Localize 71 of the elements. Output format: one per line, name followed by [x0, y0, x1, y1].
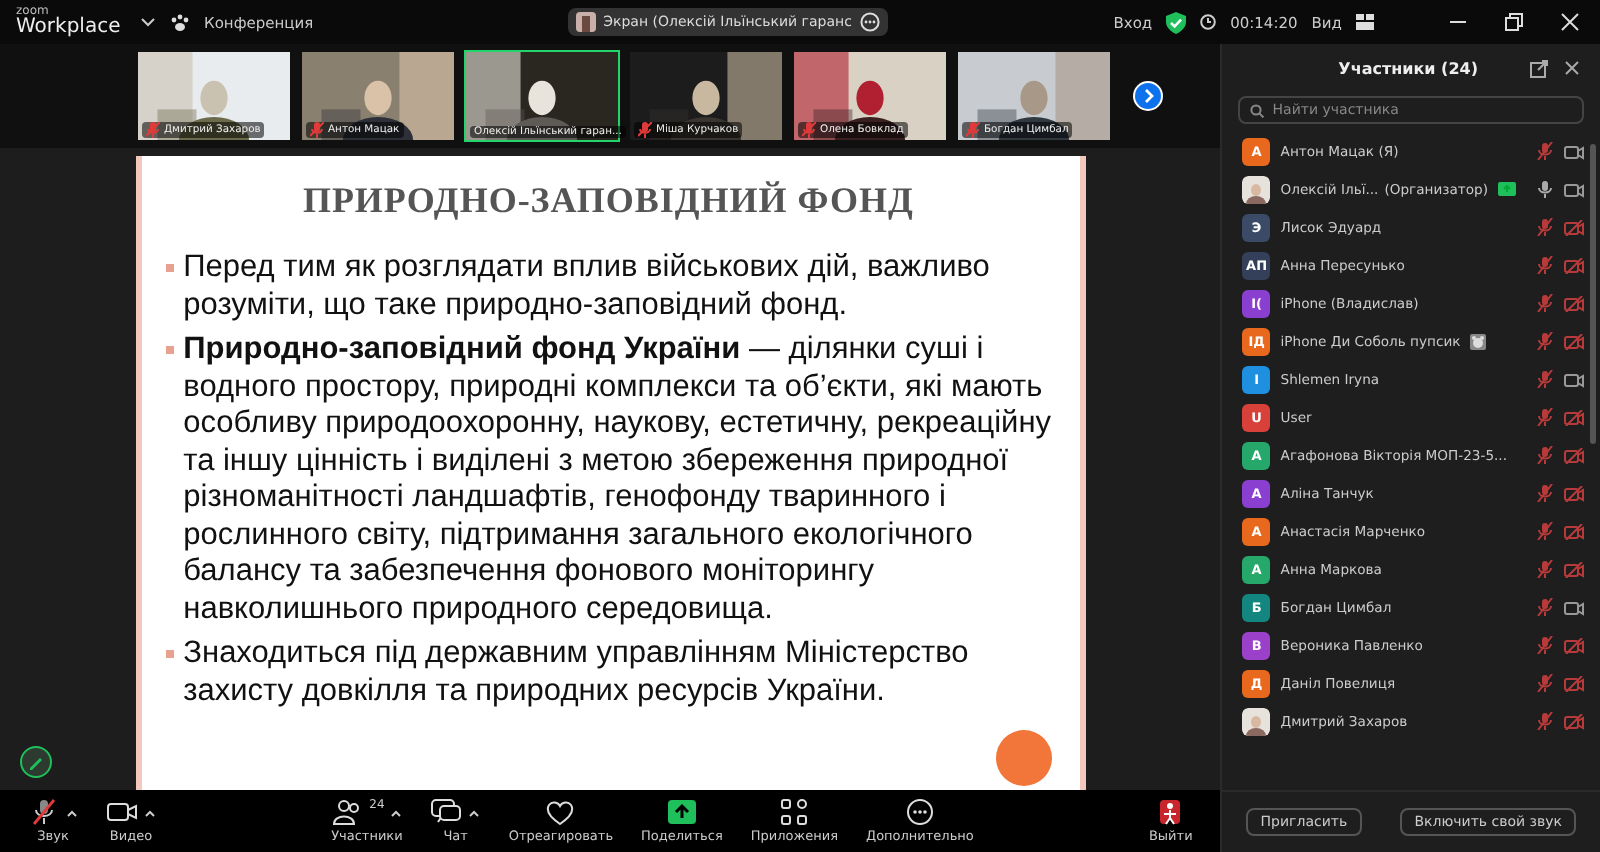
heart-icon: [544, 798, 577, 826]
close-icon[interactable]: [1564, 60, 1580, 76]
muted-mic-icon[interactable]: [1536, 256, 1554, 274]
muted-mic-icon[interactable]: [1536, 484, 1554, 502]
slide-bullet-text: Перед тим як розглядати вплив військових дій, важливо розуміти, що таке природно-заповідний фонд.: [183, 250, 992, 324]
muted-mic-icon: [310, 122, 324, 138]
camera-icon[interactable]: [1564, 599, 1584, 615]
camera-off-icon[interactable]: [1564, 447, 1584, 463]
muted-mic-icon[interactable]: [1536, 370, 1554, 388]
muted-mic-icon[interactable]: [1536, 218, 1554, 236]
search-icon: [1250, 104, 1265, 118]
more-icon: [903, 798, 936, 826]
slide-bullet-text: Природно-заповідний фонд України — ділянки суші і водного простору, природні комплекси та об’єкти, які мають особливу природоохоронну, наукову, естетичну, рекреаційну та іншу цінність і виділені з метою збереження природної різноманітності ландшафтів, генофонду тваринного і рослинного світу, підтримання загального екологічного балансу та забезпечення фонового моніторингу навколишнього природного середовища.: [183, 332, 1052, 628]
mic-icon[interactable]: [1536, 180, 1554, 198]
camera-off-icon[interactable]: [1564, 713, 1584, 729]
avatar-icon: [575, 12, 596, 32]
muted-mic-icon[interactable]: [1536, 294, 1554, 312]
more-icon: [859, 12, 880, 32]
camera-off-icon[interactable]: [1564, 637, 1584, 653]
paw-icon: [170, 13, 190, 31]
muted-mic-icon: [146, 122, 160, 138]
slide-title: ПРИРОДНО-ЗАПОВІДНИЙ ФОНД: [300, 180, 916, 222]
muted-mic-icon: [966, 122, 980, 138]
muted-mic-icon: [638, 122, 652, 138]
bullet-icon: [165, 650, 174, 658]
circle-icon: [995, 730, 1052, 786]
muted-mic-icon[interactable]: [1536, 598, 1554, 616]
muted-mic-icon[interactable]: [1536, 332, 1554, 350]
restore-icon[interactable]: [1504, 12, 1524, 32]
camera-icon: [106, 798, 138, 826]
camera-off-icon[interactable]: [1564, 295, 1584, 311]
camera-off-icon[interactable]: [1564, 523, 1584, 539]
shield-icon: [1166, 11, 1187, 33]
camera-off-icon[interactable]: [1564, 561, 1584, 577]
caret-icon[interactable]: [390, 807, 403, 817]
camera-off-icon[interactable]: [1564, 333, 1584, 349]
bullet-icon: [165, 346, 174, 354]
muted-mic-icon: [802, 122, 816, 138]
clock-icon: [1200, 14, 1217, 30]
camera-off-icon[interactable]: [1564, 485, 1584, 501]
muted-mic-icon[interactable]: [1536, 408, 1554, 426]
chevron-icon[interactable]: [140, 14, 156, 30]
camera-icon[interactable]: [1564, 143, 1584, 159]
popout-icon[interactable]: [1530, 59, 1548, 77]
muted-mic-icon[interactable]: [1536, 560, 1554, 578]
panel-title: Участники (24): [1338, 59, 1478, 77]
grid-icon: [1356, 14, 1374, 30]
app-logo: Workplace: [16, 18, 123, 38]
muted-mic-icon[interactable]: [1536, 522, 1554, 540]
slide-bullet-text: Знаходиться під державним управлінням Міністерство захисту довкілля та природних ресурсів України.: [183, 636, 971, 710]
muted-mic-icon[interactable]: [1536, 636, 1554, 654]
next-page-icon[interactable]: [1132, 80, 1164, 112]
camera-off-icon[interactable]: [1564, 219, 1584, 235]
camera-icon[interactable]: [1564, 181, 1584, 197]
apps-icon: [778, 798, 811, 826]
muted-mic-icon[interactable]: [1536, 712, 1554, 730]
people-icon: [331, 798, 364, 826]
chat-icon: [430, 798, 463, 826]
camera-off-icon[interactable]: [1564, 409, 1584, 425]
caret-icon[interactable]: [66, 807, 78, 817]
camera-off-icon[interactable]: [1564, 257, 1584, 273]
camera-off-icon[interactable]: [1564, 675, 1584, 691]
caret-icon[interactable]: [468, 807, 481, 817]
caret-icon[interactable]: [144, 807, 156, 817]
camera-icon[interactable]: [1564, 371, 1584, 387]
muted-mic-icon[interactable]: [1536, 446, 1554, 464]
annotate-icon[interactable]: [20, 746, 52, 778]
muted-mic-icon[interactable]: [1536, 142, 1554, 160]
share-screen-icon: [665, 798, 698, 826]
muted-mic-icon[interactable]: [1536, 674, 1554, 692]
bullet-icon: [165, 264, 174, 272]
